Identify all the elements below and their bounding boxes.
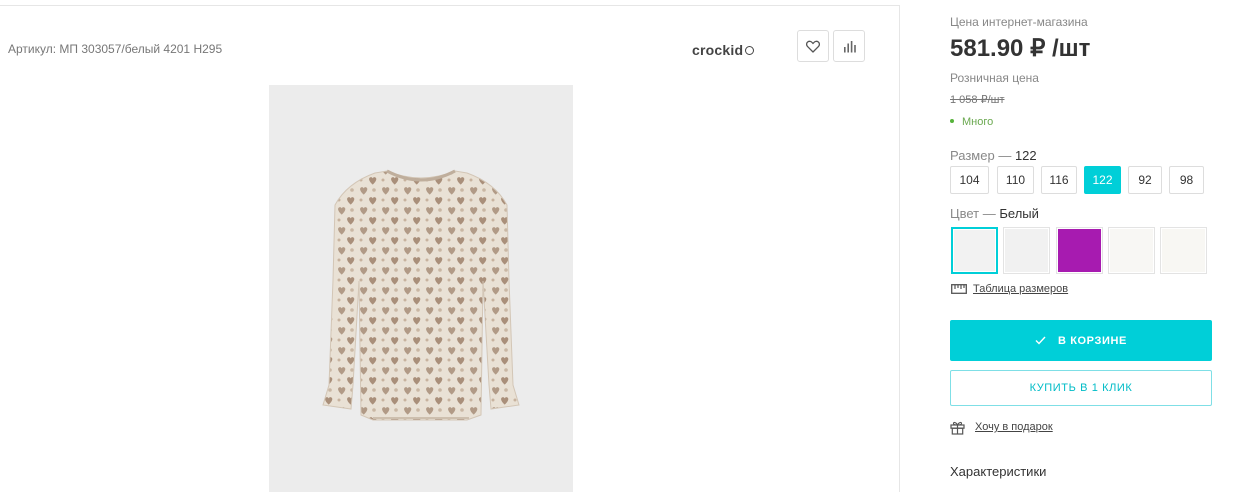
ruler-icon (951, 284, 967, 294)
swatch-fill (954, 230, 995, 271)
size-option-98[interactable]: 98 (1169, 166, 1204, 194)
stock-dot-icon (950, 119, 954, 123)
size-label-row: Размер — 122 (950, 148, 1037, 163)
swatch-fill (1058, 229, 1101, 272)
brand-logo[interactable]: crockid (692, 42, 755, 58)
in-cart-button[interactable]: В КОРЗИНЕ (950, 320, 1212, 361)
size-dash: — (998, 148, 1012, 163)
stock-label: Много (962, 116, 994, 128)
color-label-row: Цвет — Белый (950, 206, 1039, 221)
product-photo[interactable] (269, 85, 573, 492)
brand-name: crockid (692, 42, 744, 58)
color-swatch-4[interactable] (1108, 227, 1155, 274)
check-icon (1035, 336, 1046, 345)
product-article: Артикул: МП 303057/белый 4201 Н295 (8, 42, 223, 56)
size-option-104[interactable]: 104 (950, 166, 989, 194)
size-option-116[interactable]: 116 (1041, 166, 1077, 194)
retail-price: 1 058 ₽/шт (950, 94, 1005, 106)
shirt-image (322, 169, 520, 421)
bar-chart-icon (843, 40, 856, 52)
color-swatch-5[interactable] (1160, 227, 1207, 274)
swatch-fill (1110, 229, 1153, 272)
retail-price-label: Розничная цена (950, 71, 1039, 85)
swatch-fill (1162, 229, 1205, 272)
buy-one-click-button[interactable]: КУПИТЬ В 1 КЛИК (950, 370, 1212, 406)
color-label: Цвет (950, 206, 980, 221)
brand-mark-icon (745, 46, 755, 55)
size-option-122[interactable]: 122 (1084, 166, 1121, 194)
color-selected: Белый (999, 206, 1039, 221)
size-label: Размер (950, 148, 995, 163)
swatch-fill (1005, 229, 1048, 272)
favorite-button[interactable] (797, 30, 829, 62)
in-cart-label: В КОРЗИНЕ (1058, 334, 1127, 347)
stock-status: Много (950, 116, 993, 128)
color-swatch-1[interactable] (951, 227, 998, 274)
characteristics-heading[interactable]: Характеристики (950, 464, 1046, 479)
gift-link[interactable]: Хочу в подарок (975, 421, 1053, 433)
size-table-link[interactable]: Таблица размеров (973, 283, 1068, 295)
color-swatch-3[interactable] (1056, 227, 1103, 274)
size-option-92[interactable]: 92 (1128, 166, 1162, 194)
online-price-label: Цена интернет-магазина (950, 15, 1088, 29)
heart-icon (806, 40, 820, 53)
color-dash: — (982, 206, 996, 221)
gift-icon (950, 421, 965, 435)
size-option-110[interactable]: 110 (997, 166, 1034, 194)
compare-button[interactable] (833, 30, 865, 62)
online-price: 581.90 ₽ /шт (950, 35, 1091, 62)
size-selected: 122 (1014, 148, 1037, 163)
color-swatch-2[interactable] (1003, 227, 1050, 274)
